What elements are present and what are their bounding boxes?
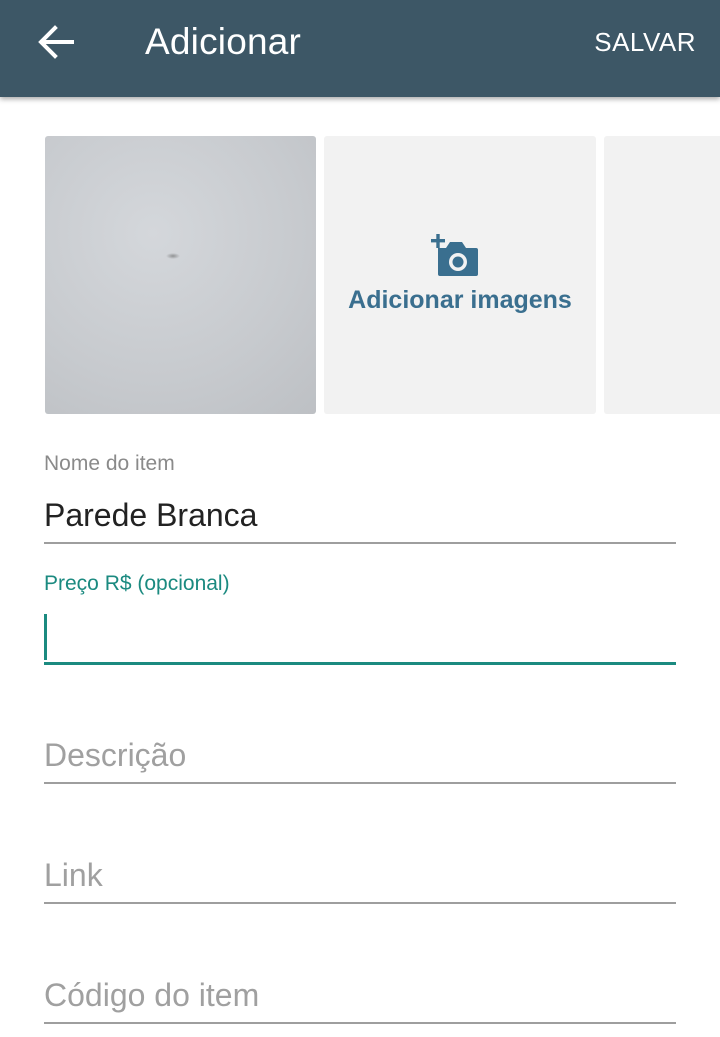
name-field-label: Nome do item: [44, 452, 175, 475]
add-images-button[interactable]: Adicionar imagens: [324, 136, 596, 414]
item-photo-thumbnail[interactable]: [45, 136, 316, 414]
link-placeholder: Link: [44, 857, 103, 893]
save-button[interactable]: SALVAR: [594, 27, 696, 58]
add-photo-icon: [431, 234, 478, 276]
page-title: Adicionar: [145, 21, 302, 62]
name-field-value[interactable]: Parede Branca: [44, 497, 257, 534]
item-code-placeholder: Código do item: [44, 977, 260, 1013]
price-field-underline: [44, 662, 676, 665]
text-cursor: [44, 614, 47, 660]
image-gallery[interactable]: Adicionar imagens: [45, 136, 720, 414]
link-field-underline: [44, 902, 676, 904]
price-field-label: Preço R$ (opcional): [44, 572, 230, 595]
description-field-underline: [44, 782, 676, 784]
description-placeholder: Descrição: [44, 737, 187, 773]
link-field[interactable]: Link: [44, 856, 676, 906]
add-images-label: Adicionar imagens: [348, 286, 572, 314]
arrow-left-icon: [38, 25, 74, 59]
back-button[interactable]: [30, 20, 82, 64]
name-field-underline: [44, 542, 676, 544]
item-code-field[interactable]: Código do item: [44, 976, 676, 1026]
name-field[interactable]: Nome do item Parede Branca: [44, 450, 676, 546]
app-bar: Adicionar SALVAR: [0, 0, 720, 97]
image-slot[interactable]: [604, 136, 720, 414]
price-field[interactable]: Preço R$ (opcional): [44, 570, 676, 668]
description-field[interactable]: Descrição: [44, 736, 676, 786]
item-code-field-underline: [44, 1022, 676, 1024]
